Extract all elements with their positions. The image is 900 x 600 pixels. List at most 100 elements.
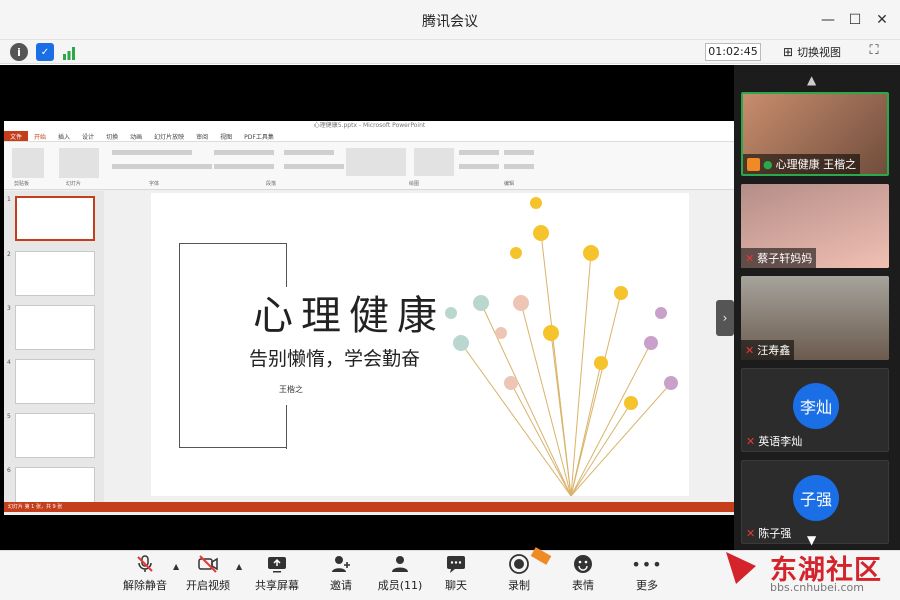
audio-options-icon[interactable]: ▲: [173, 562, 179, 571]
chat-label: 聊天: [445, 579, 467, 592]
mic-on-icon: ●: [763, 157, 773, 171]
ppt-tab-file: 文件: [4, 131, 29, 141]
ppt-group-editing: 编辑: [504, 181, 515, 187]
participant-tile[interactable]: 李灿 ✕ 英语李灿: [741, 368, 889, 452]
slide-thumb-5: [15, 413, 95, 458]
participant-tile[interactable]: ● 心理健康 王楷之: [741, 92, 889, 176]
app-title: 腾讯会议: [422, 14, 478, 30]
mic-muted-icon: ✕: [746, 434, 756, 448]
ppt-ribbon-tabs: 文件 开始 插入 设计 切换 动画 幻灯片放映 审阅 视图 PDF工具集: [4, 131, 735, 142]
invite-user-icon: [330, 553, 352, 575]
meeting-toolbar: [0, 40, 900, 64]
participant-label: ✕ 汪寿鑫: [741, 340, 795, 360]
ppt-group-font: 字体: [149, 181, 160, 187]
participant-tile[interactable]: ✕ 蔡子轩妈妈: [741, 184, 889, 268]
slide-thumb-2: [15, 251, 95, 296]
share-screen-label: 共享屏幕: [255, 579, 299, 592]
participant-tile[interactable]: 子强 ✕ 陈子强: [741, 460, 889, 544]
members-label: 成员(11): [377, 579, 423, 592]
invite-button[interactable]: 邀请: [313, 553, 369, 597]
close-button[interactable]: ✕: [870, 8, 894, 32]
ppt-tab-transitions: 切换: [106, 134, 119, 141]
members-icon: [389, 553, 411, 575]
ppt-slide-thumbnails: 1 2 3 4 5 6: [4, 191, 104, 512]
slide-thumb-3: [15, 305, 95, 350]
ppt-group-slides: 幻灯片: [66, 181, 82, 187]
ppt-tab-animations: 动画: [130, 134, 143, 141]
emoji-label: 表情: [572, 579, 594, 592]
ppt-tab-home: 开始: [34, 134, 47, 141]
participant-label: ✕ 陈子强: [742, 523, 795, 543]
mic-muted-icon: [134, 553, 156, 575]
slide-author: 王楷之: [279, 385, 303, 394]
ppt-tab-insert: 插入: [58, 134, 71, 141]
more-button[interactable]: ••• 更多: [619, 553, 675, 597]
ppt-title-bar: 心理健康5.pptx - Microsoft PowerPoint: [4, 121, 735, 131]
participant-name: 汪寿鑫: [757, 344, 791, 357]
security-shield-icon[interactable]: ✓: [36, 43, 54, 61]
unmute-label: 解除静音: [123, 579, 167, 592]
slide-frame-decoration: [286, 405, 287, 449]
ppt-group-paragraph: 段落: [266, 181, 277, 187]
thumb-number: 6: [7, 467, 11, 474]
ppt-group-clipboard: 剪贴板: [14, 181, 30, 187]
ppt-tab-design: 设计: [82, 134, 95, 141]
switch-view-label: 切换视图: [797, 46, 842, 59]
record-label: 录制: [508, 579, 530, 592]
signal-icon[interactable]: [62, 45, 76, 60]
info-icon[interactable]: i: [10, 43, 28, 61]
share-screen-icon: [266, 553, 288, 575]
video-off-icon: [197, 553, 219, 575]
chat-icon: [445, 553, 467, 575]
maximize-button[interactable]: ☐: [843, 8, 867, 32]
mic-muted-icon: ✕: [746, 526, 756, 540]
scroll-down-icon[interactable]: ▼: [807, 533, 816, 547]
participant-label: ● 心理健康 王楷之: [743, 154, 861, 174]
grid-icon: ⊞: [783, 45, 794, 59]
members-button[interactable]: 成员(11): [372, 553, 428, 597]
minimize-button[interactable]: —: [816, 8, 840, 32]
thumb-number: 4: [7, 359, 11, 366]
start-video-label: 开启视频: [186, 579, 230, 592]
ppt-tab-pdf: PDF工具集: [244, 134, 274, 141]
current-slide: 心理健康 告别懒惰，学会勤奋 王楷之: [151, 193, 689, 496]
host-icon: [747, 157, 760, 171]
participant-tile[interactable]: ✕ 汪寿鑫: [741, 276, 889, 360]
participant-name: 陈子强: [758, 527, 792, 540]
thumb-number: 1: [7, 196, 11, 203]
more-label: 更多: [636, 579, 658, 592]
switch-view-button[interactable]: ⊞ 切换视图: [783, 43, 841, 61]
meeting-timer: 01:02:45: [705, 43, 761, 61]
slide-subtitle: 告别懒惰，学会勤奋: [249, 348, 421, 370]
participant-name: 心理健康 王楷之: [775, 158, 857, 171]
slide-frame-decoration: [286, 243, 287, 287]
thumb-number: 3: [7, 305, 11, 312]
scroll-up-icon[interactable]: ▲: [807, 73, 816, 87]
slide-thumb-1: [15, 196, 95, 241]
participant-name: 英语李灿: [758, 435, 803, 448]
start-video-button[interactable]: 开启视频: [180, 553, 236, 597]
share-screen-button[interactable]: 共享屏幕: [249, 553, 305, 597]
unmute-button[interactable]: 解除静音: [117, 553, 173, 597]
mic-muted-icon: ✕: [745, 251, 755, 265]
chat-button[interactable]: 聊天: [428, 553, 484, 597]
participant-label: ✕ 英语李灿: [742, 431, 806, 451]
collapse-panel-chevron-icon[interactable]: ›: [716, 300, 734, 336]
emoji-icon: [572, 553, 594, 575]
fullscreen-icon[interactable]: ⛶: [864, 43, 884, 61]
thumb-number: 2: [7, 251, 11, 258]
participant-name: 蔡子轩妈妈: [757, 252, 813, 265]
flower-illustration: [445, 197, 678, 496]
slide-title: 心理健康: [253, 293, 445, 339]
ppt-tab-review: 审阅: [196, 134, 209, 141]
ppt-tab-slideshow: 幻灯片放映: [154, 134, 185, 141]
emoji-button[interactable]: 表情: [555, 553, 611, 597]
invite-label: 邀请: [330, 579, 352, 592]
mic-muted-icon: ✕: [745, 343, 755, 357]
avatar: 李灿: [793, 383, 839, 429]
record-icon: [508, 553, 530, 575]
video-options-icon[interactable]: ▲: [236, 562, 242, 571]
ppt-tab-view: 视图: [220, 134, 233, 141]
slide-thumb-4: [15, 359, 95, 404]
ppt-ribbon: 剪贴板 幻灯片 字体 段落 绘图 编辑: [4, 142, 735, 190]
